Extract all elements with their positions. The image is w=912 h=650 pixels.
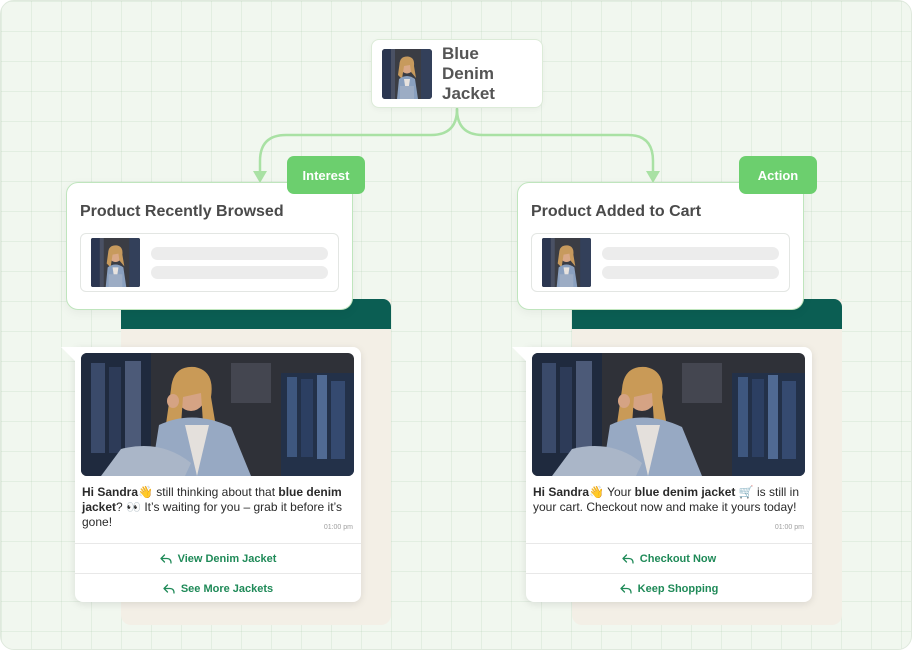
trigger-card-title: Product Recently Browsed — [80, 203, 284, 220]
reply-icon — [622, 554, 634, 564]
reply-icon — [160, 554, 172, 564]
product-photo — [81, 353, 354, 476]
eyes-emoji-icon: 👀 — [126, 500, 141, 514]
placeholder-line — [151, 246, 328, 260]
button-label: Keep Shopping — [637, 582, 719, 595]
product-node[interactable]: Blue Denim Jacket — [371, 39, 543, 108]
trigger-card-action[interactable]: Product Added to Cart — [517, 182, 804, 310]
product-thumbnail-icon — [542, 238, 591, 287]
placeholder-line — [151, 265, 328, 279]
placeholder-lines — [602, 246, 779, 279]
placeholder-line — [602, 265, 779, 279]
chat-bubble-interest: Hi Sandra👋 still thinking about that blu… — [61, 347, 361, 603]
reply-icon — [163, 584, 175, 594]
message-part: Your — [603, 485, 635, 499]
cart-product-row — [531, 233, 790, 292]
stage-tag-action: Action — [739, 156, 817, 194]
wave-emoji-icon: 👋 — [138, 485, 153, 499]
product-thumbnail-icon — [91, 238, 140, 287]
message-text: Hi Sandra👋 still thinking about that blu… — [82, 485, 354, 530]
button-label: See More Jackets — [180, 582, 274, 595]
placeholder-line — [602, 246, 779, 260]
reply-icon — [620, 584, 632, 594]
message-time: 01:00 pm — [323, 524, 353, 531]
keep-shopping-button[interactable]: Keep Shopping — [526, 573, 812, 603]
connector-right — [455, 107, 655, 179]
browsed-product-row — [80, 233, 339, 292]
product-thumbnail-icon — [382, 49, 432, 99]
wave-emoji-icon: 👋 — [589, 485, 604, 499]
stage-tag-interest: Interest — [287, 156, 365, 194]
trigger-card-title: Product Added to Cart — [531, 203, 702, 220]
cart-emoji-icon: 🛒 — [738, 485, 754, 499]
view-denim-jacket-button[interactable]: View Denim Jacket — [75, 543, 361, 573]
chat-bubble-action: Hi Sandra👋 Your blue denim jacket 🛒 is s… — [512, 347, 812, 603]
trigger-card-interest[interactable]: Product Recently Browsed — [66, 182, 353, 310]
message-part: still thinking about that — [152, 485, 279, 499]
message-part: ? — [116, 500, 127, 514]
product-mention: blue denim jacket — [634, 485, 736, 499]
product-name: Blue Denim Jacket — [442, 43, 495, 103]
see-more-jackets-button[interactable]: See More Jackets — [75, 573, 361, 603]
flow-canvas: Blue Denim Jacket Product Recently Brows… — [0, 0, 912, 650]
checkout-now-button[interactable]: Checkout Now — [526, 543, 812, 573]
model-photo-icon — [532, 353, 805, 476]
button-label: Checkout Now — [639, 552, 717, 565]
button-label: View Denim Jacket — [177, 552, 277, 565]
placeholder-lines — [151, 246, 328, 279]
greeting: Hi Sandra — [533, 485, 590, 499]
model-photo-icon — [81, 353, 354, 476]
message-time: 01:00 pm — [774, 524, 804, 531]
greeting: Hi Sandra — [82, 485, 139, 499]
message-text: Hi Sandra👋 Your blue denim jacket 🛒 is s… — [533, 485, 805, 515]
product-photo — [532, 353, 805, 476]
